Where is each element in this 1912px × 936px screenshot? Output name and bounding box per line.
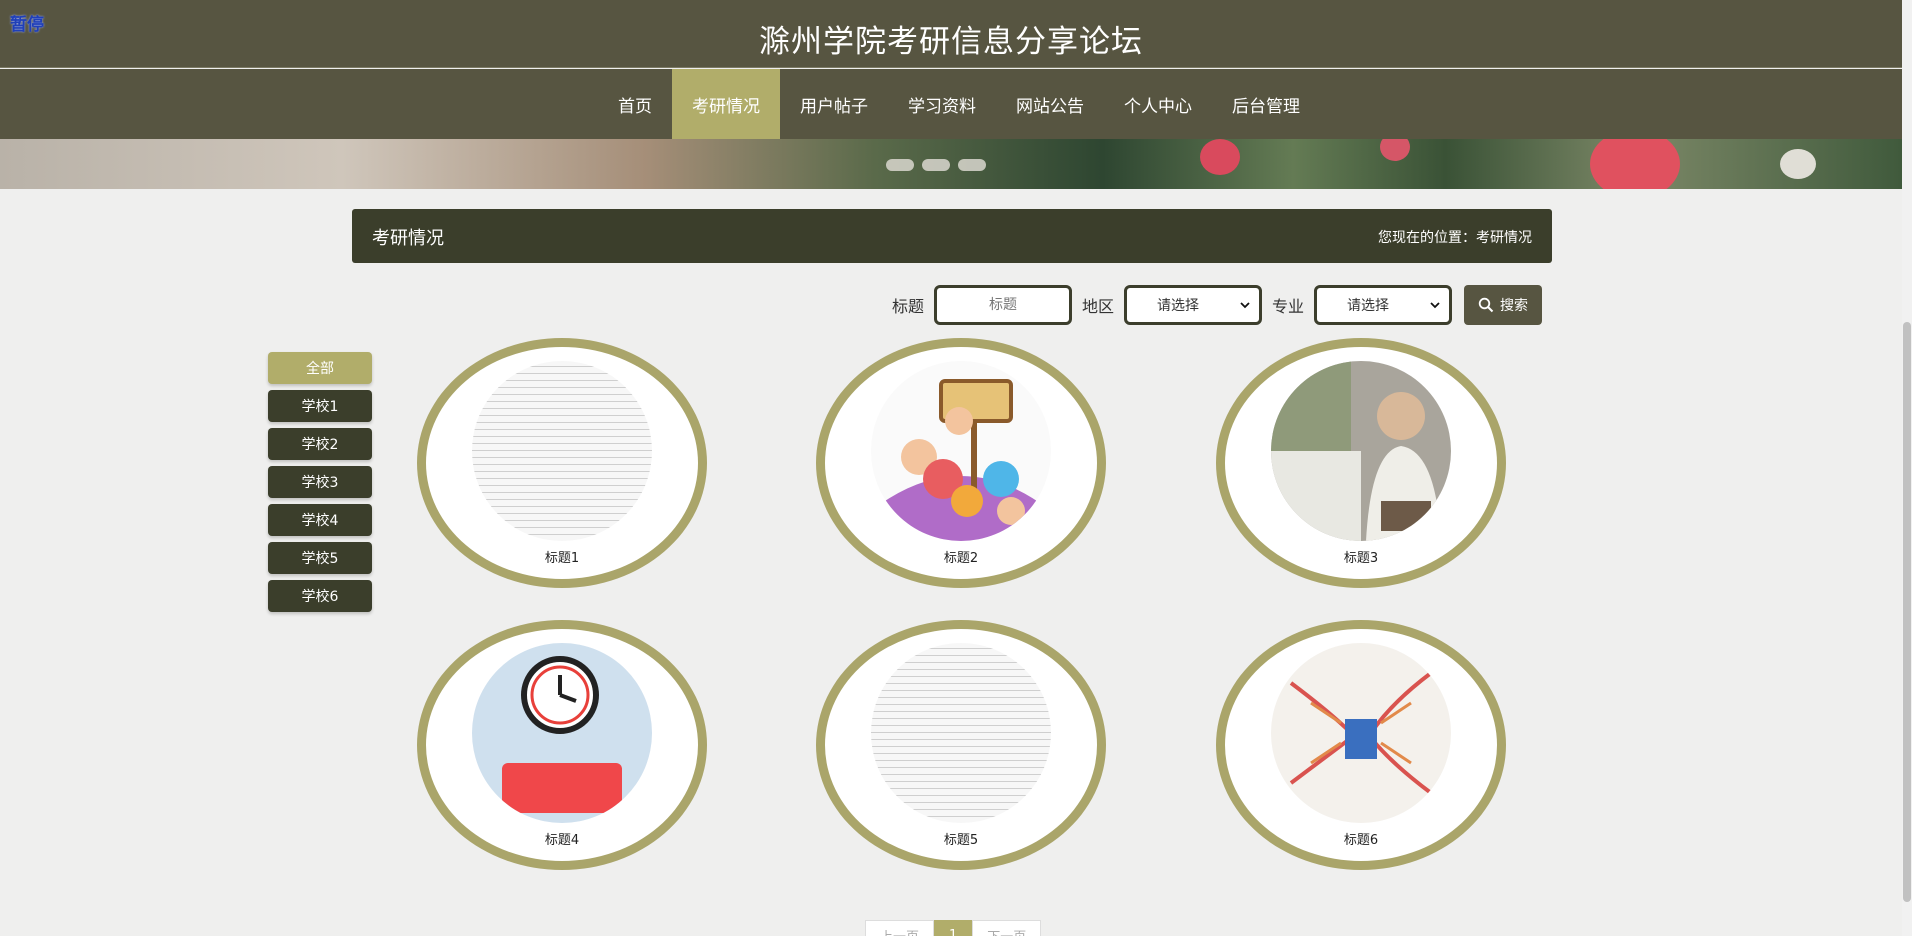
title-label: 标题 bbox=[891, 297, 924, 316]
breadcrumb: 您现在的位置：考研情况 bbox=[1378, 230, 1532, 246]
current-page[interactable]: 1 bbox=[934, 920, 973, 936]
major-label: 专业 bbox=[1271, 297, 1304, 316]
flower-decoration bbox=[1380, 139, 1410, 161]
nav-home[interactable]: 首页 bbox=[598, 69, 672, 139]
prev-page-button[interactable]: 上一页 bbox=[865, 920, 935, 936]
nav-study-materials[interactable]: 学习资料 bbox=[888, 69, 996, 139]
filter-school-3[interactable]: 学校3 bbox=[268, 466, 372, 498]
carousel-dot[interactable] bbox=[886, 159, 914, 171]
region-select-value: 请选择 bbox=[1156, 298, 1199, 314]
filter-all[interactable]: 全部 bbox=[268, 352, 372, 384]
card-title: 标题6 bbox=[1343, 833, 1379, 848]
search-button[interactable]: 搜索 bbox=[1464, 285, 1542, 325]
site-title: 滁州学院考研信息分享论坛 bbox=[759, 24, 1143, 60]
nav-announcements[interactable]: 网站公告 bbox=[996, 69, 1104, 139]
site-header: 滁州学院考研信息分享论坛 bbox=[0, 0, 1902, 68]
filter-school-6[interactable]: 学校6 bbox=[268, 580, 372, 612]
card-image bbox=[1271, 361, 1451, 541]
next-page-button[interactable]: 下一页 bbox=[972, 920, 1042, 936]
post-card[interactable]: 标题3 bbox=[1216, 338, 1506, 588]
region-select[interactable]: 请选择 bbox=[1123, 285, 1262, 325]
nav-admin[interactable]: 后台管理 bbox=[1212, 69, 1320, 139]
card-image bbox=[871, 643, 1051, 823]
card-image bbox=[472, 643, 652, 823]
region-label: 地区 bbox=[1081, 297, 1114, 316]
card-image bbox=[871, 361, 1051, 541]
page-scrollbar[interactable] bbox=[1902, 0, 1912, 936]
filter-school-5[interactable]: 学校5 bbox=[268, 542, 372, 574]
card-image bbox=[472, 361, 652, 541]
search-bar: 标题 地区 请选择 专业 请选择 搜索 bbox=[892, 285, 1542, 325]
breadcrumb-bar: 考研情况 您现在的位置：考研情况 bbox=[352, 209, 1552, 263]
post-card[interactable]: 标题1 bbox=[417, 338, 707, 588]
flower-decoration bbox=[1780, 149, 1816, 179]
main-nav: 首页 考研情况 用户帖子 学习资料 网站公告 个人中心 后台管理 bbox=[0, 69, 1902, 139]
search-button-label: 搜索 bbox=[1500, 298, 1528, 314]
post-card[interactable]: 标题5 bbox=[816, 620, 1106, 870]
filter-school-2[interactable]: 学校2 bbox=[268, 428, 372, 460]
nav-personal-center[interactable]: 个人中心 bbox=[1104, 69, 1212, 139]
carousel-dot[interactable] bbox=[922, 159, 950, 171]
flower-decoration bbox=[1590, 139, 1680, 189]
major-select[interactable]: 请选择 bbox=[1314, 285, 1452, 325]
chevron-down-icon bbox=[1240, 302, 1250, 309]
card-image bbox=[1271, 643, 1451, 823]
filter-school-4[interactable]: 学校4 bbox=[268, 504, 372, 536]
search-icon bbox=[1478, 297, 1494, 313]
title-search-input[interactable] bbox=[933, 285, 1072, 325]
carousel-dots bbox=[886, 159, 986, 171]
school-filter-sidebar: 全部 学校1 学校2 学校3 学校4 学校5 学校6 bbox=[268, 352, 372, 612]
chevron-down-icon bbox=[1430, 302, 1440, 309]
major-select-value: 请选择 bbox=[1347, 298, 1389, 314]
post-card[interactable]: 标题6 bbox=[1216, 620, 1506, 870]
card-title: 标题1 bbox=[544, 551, 580, 566]
flower-decoration bbox=[1200, 139, 1240, 175]
page-title: 考研情况 bbox=[372, 228, 444, 249]
post-card[interactable]: 标题2 bbox=[816, 338, 1106, 588]
banner-carousel bbox=[0, 139, 1902, 189]
card-title: 标题4 bbox=[544, 833, 580, 848]
card-title: 标题2 bbox=[943, 551, 979, 566]
carousel-dot[interactable] bbox=[958, 159, 986, 171]
filter-school-1[interactable]: 学校1 bbox=[268, 390, 372, 422]
nav-exam-status[interactable]: 考研情况 bbox=[672, 69, 780, 139]
pagination: 上一页 1 下一页 bbox=[865, 920, 1042, 936]
post-card[interactable]: 标题4 bbox=[417, 620, 707, 870]
scrollbar-thumb[interactable] bbox=[1903, 322, 1911, 902]
card-title: 标题3 bbox=[1343, 551, 1379, 566]
nav-user-posts[interactable]: 用户帖子 bbox=[780, 69, 888, 139]
card-title: 标题5 bbox=[943, 833, 979, 848]
pause-link[interactable]: 暂停 bbox=[10, 10, 44, 35]
